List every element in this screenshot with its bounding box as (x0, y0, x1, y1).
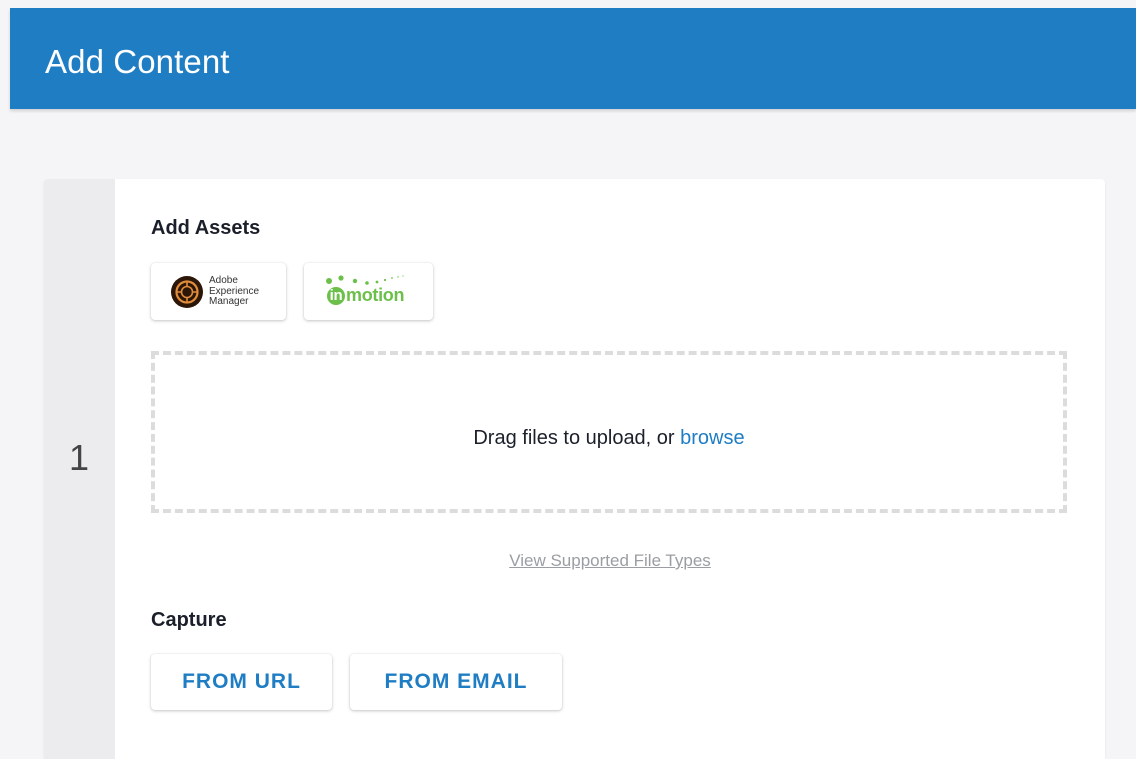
content-card: Add Assets Adobe Experience Manager in mo… (115, 179, 1105, 759)
dropzone-text: Drag files to upload, or browse (473, 427, 745, 449)
file-dropzone[interactable]: Drag files to upload, or browse (151, 351, 1067, 513)
app-header: Add Content (10, 8, 1136, 109)
step-number: 1 (68, 437, 90, 478)
aem-integration-button[interactable]: Adobe Experience Manager (151, 263, 286, 320)
from-email-button[interactable]: FROM EMAIL (350, 654, 562, 710)
aem-label: Adobe Experience Manager (209, 275, 260, 307)
aem-logo-icon (171, 276, 203, 308)
inmotion-label: in motion (327, 285, 404, 306)
view-supported-file-types-link[interactable]: View Supported File Types (115, 551, 1105, 571)
add-assets-heading: Add Assets (151, 217, 261, 239)
page-title: Add Content (45, 43, 230, 80)
from-url-button[interactable]: FROM URL (151, 654, 332, 710)
inmotion-integration-button[interactable]: in motion (304, 263, 433, 320)
capture-heading: Capture (151, 609, 227, 631)
browse-link[interactable]: browse (680, 427, 744, 449)
